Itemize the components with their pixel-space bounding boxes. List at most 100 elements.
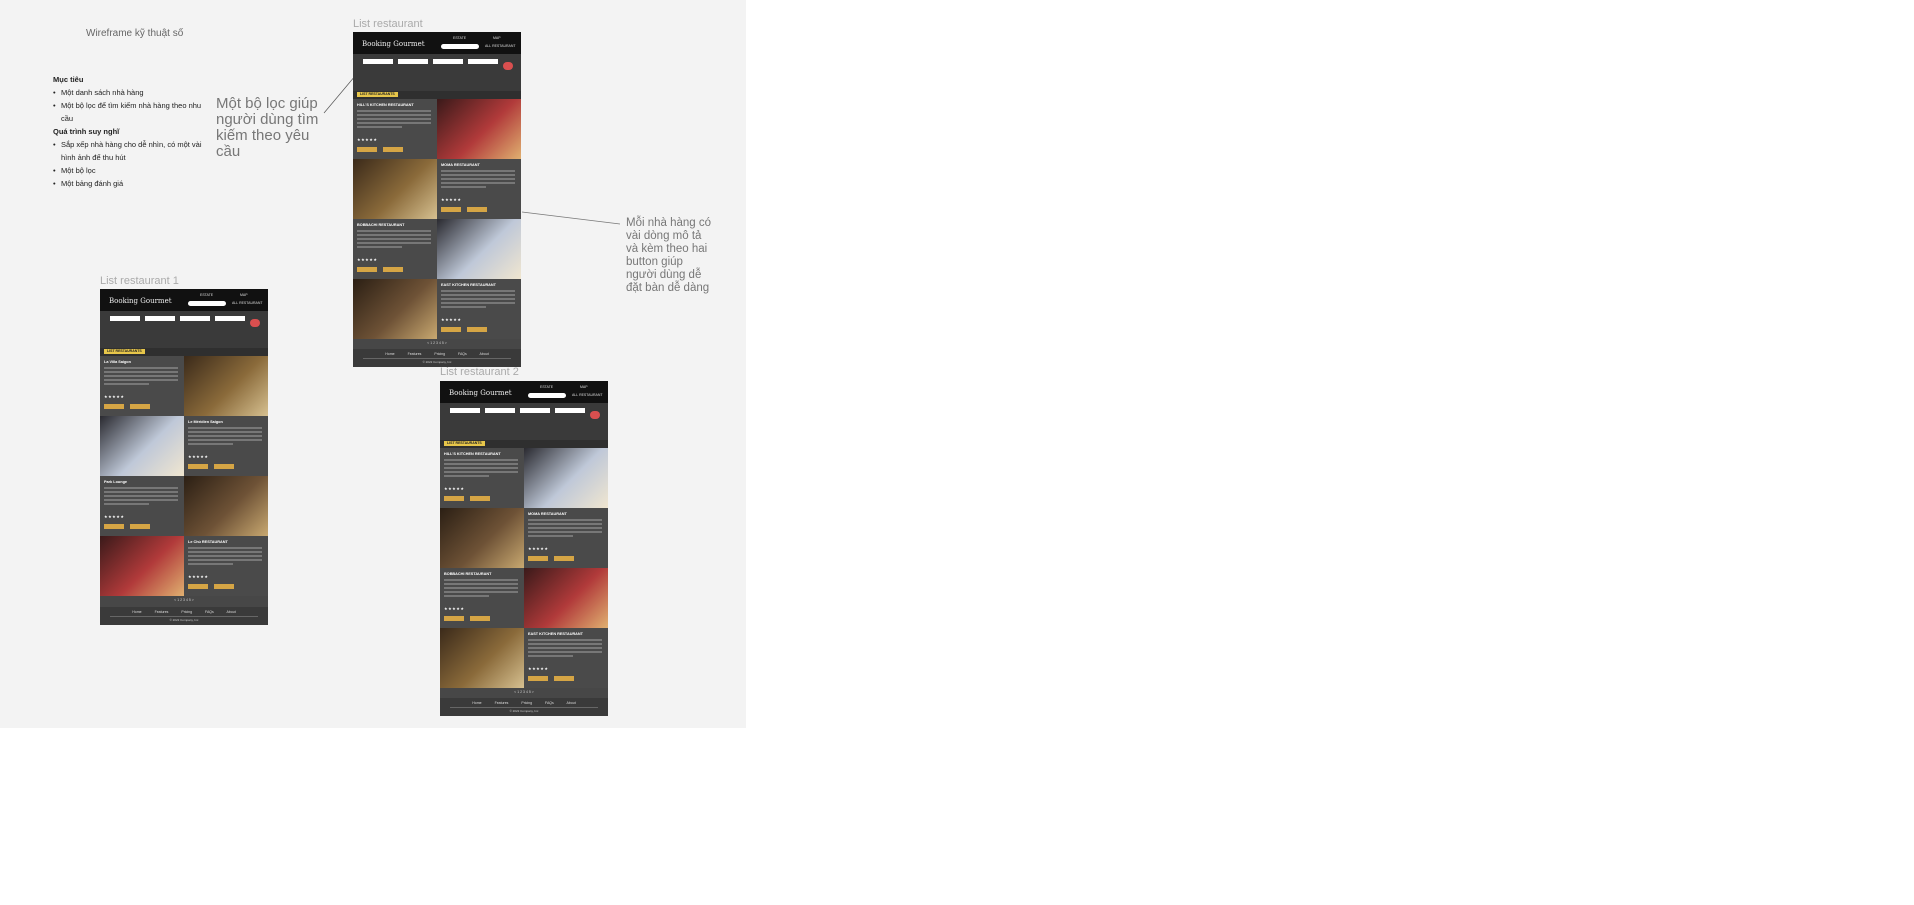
mock-restaurant-row: EAST KITCHEN RESTAURANT ★★★★★ [353, 279, 521, 339]
mock-nav-map[interactable]: MAP [240, 293, 248, 297]
mock-book-button[interactable] [444, 496, 464, 501]
mock-book-button[interactable] [528, 676, 548, 681]
mock-details-button[interactable] [214, 584, 234, 589]
mock-pagination[interactable]: < 1 2 3 4 5 > [100, 598, 268, 606]
mock-restaurant-name[interactable]: HILL'S KITCHEN RESTAURANT [444, 452, 501, 456]
mock-restaurant-name[interactable]: EAST KITCHEN RESTAURANT [441, 283, 496, 287]
mock-details-button[interactable] [470, 496, 490, 501]
mock-restaurant-info: BOBBACHI RESTAURANT ★★★★★ [440, 568, 524, 628]
mock-details-button[interactable] [130, 404, 150, 409]
mock-filter-field[interactable] [555, 408, 585, 413]
mock-details-button[interactable] [554, 556, 574, 561]
mock-pagination[interactable]: < 1 2 3 4 5 > [440, 690, 608, 698]
mock-details-button[interactable] [554, 676, 574, 681]
mock-details-button[interactable] [130, 524, 150, 529]
mock-footer: Home Features Pricing FAQs About © 2022 C… [100, 607, 268, 625]
mock-filter-field[interactable] [363, 59, 393, 64]
mock-book-button[interactable] [104, 404, 124, 409]
mock-description-line [441, 290, 515, 292]
mock-book-button[interactable] [188, 464, 208, 469]
mock-filter-field[interactable] [398, 59, 428, 64]
mock-book-button[interactable] [357, 267, 377, 272]
mock-book-button[interactable] [528, 556, 548, 561]
mock-description-line [188, 555, 262, 557]
mock-filter-field[interactable] [520, 408, 550, 413]
mock-filter-field[interactable] [450, 408, 480, 413]
mock-restaurant-row: HILL'S KITCHEN RESTAURANT ★★★★★ [353, 99, 521, 159]
wireframe-list-restaurant-1[interactable]: Booking Gourmet ESTATE MAP ALL RESTAURANT LI… [100, 289, 268, 625]
mock-section-label: LIST RESTAURANTS [104, 349, 145, 354]
mock-filter-field[interactable] [468, 59, 498, 64]
mock-restaurant-photo [100, 416, 184, 476]
mock-restaurant-name[interactable]: La Villa Saigon [104, 360, 131, 364]
mock-nav-map[interactable]: MAP [580, 385, 588, 389]
mock-rating-stars: ★★★★★ [444, 606, 465, 611]
mock-filter-field[interactable] [485, 408, 515, 413]
mock-search-input[interactable] [188, 301, 226, 306]
mock-restaurant-name[interactable]: BOBBACHI RESTAURANT [357, 223, 404, 227]
mock-restaurant-photo [100, 536, 184, 596]
wireframe-list-restaurant[interactable]: Booking Gourmet ESTATE MAP ALL RESTAURANT LI… [353, 32, 521, 367]
mock-filter-field[interactable] [215, 316, 245, 321]
mock-restaurant-name[interactable]: MOMA RESTAURANT [528, 512, 567, 516]
mock-nav-estate[interactable]: ESTATE [200, 293, 213, 297]
mock-search-input[interactable] [528, 393, 566, 398]
mock-footer-nav[interactable]: Home Features Pricing FAQs About [100, 610, 268, 614]
mock-description-line [357, 114, 431, 116]
mock-description-line [188, 547, 262, 549]
mock-pagination[interactable]: < 1 2 3 4 5 > [353, 341, 521, 349]
mock-filter-field[interactable] [433, 59, 463, 64]
mock-filter-button[interactable] [590, 411, 600, 419]
mock-footer-nav[interactable]: Home Features Pricing FAQs About [353, 352, 521, 356]
mock-book-button[interactable] [441, 207, 461, 212]
mock-description-line [528, 655, 573, 657]
mock-restaurant-name[interactable]: Le Méridien Saigon [188, 420, 223, 424]
mock-restaurant-info: EAST KITCHEN RESTAURANT ★★★★★ [524, 628, 608, 688]
mock-details-button[interactable] [467, 207, 487, 212]
mock-all-restaurant-link[interactable]: ALL RESTAURANT [572, 393, 603, 397]
mock-description-line [357, 126, 402, 128]
mock-brand-logo[interactable]: Booking Gourmet [109, 297, 172, 305]
mock-footer-nav[interactable]: Home Features Pricing FAQs About [440, 701, 608, 705]
mock-restaurant-name[interactable]: Park Lounge [104, 480, 127, 484]
mock-filter-field[interactable] [180, 316, 210, 321]
mock-details-button[interactable] [467, 327, 487, 332]
mock-details-button[interactable] [383, 267, 403, 272]
mock-restaurant-photo [353, 279, 437, 339]
mock-all-restaurant-link[interactable]: ALL RESTAURANT [232, 301, 263, 305]
mock-header: Booking Gourmet ESTATE MAP ALL RESTAURANT [100, 289, 268, 311]
mock-restaurant-info: Park Lounge ★★★★★ [100, 476, 184, 536]
mock-filter-bar [100, 311, 268, 351]
mock-filter-button[interactable] [503, 62, 513, 70]
mock-details-button[interactable] [470, 616, 490, 621]
mock-brand-logo[interactable]: Booking Gourmet [362, 40, 425, 48]
mock-book-button[interactable] [441, 327, 461, 332]
mock-description-line [444, 583, 518, 585]
mock-search-input[interactable] [441, 44, 479, 49]
mock-filter-field[interactable] [110, 316, 140, 321]
mock-restaurant-name[interactable]: Le Chù RESTAURANT [188, 540, 228, 544]
mock-book-button[interactable] [188, 584, 208, 589]
mock-details-button[interactable] [383, 147, 403, 152]
mock-book-button[interactable] [357, 147, 377, 152]
mock-restaurant-name[interactable]: HILL'S KITCHEN RESTAURANT [357, 103, 414, 107]
mock-all-restaurant-link[interactable]: ALL RESTAURANT [485, 44, 516, 48]
wireframe-list-restaurant-2[interactable]: Booking Gourmet ESTATE MAP ALL RESTAURANT LI… [440, 381, 608, 716]
mock-restaurant-name[interactable]: BOBBACHI RESTAURANT [444, 572, 491, 576]
mock-brand-logo[interactable]: Booking Gourmet [449, 389, 512, 397]
mock-nav-estate[interactable]: ESTATE [540, 385, 553, 389]
mock-nav-estate[interactable]: ESTATE [453, 36, 466, 40]
mock-filter-button[interactable] [250, 319, 260, 327]
mock-filter-field[interactable] [145, 316, 175, 321]
mock-restaurant-name[interactable]: MOMA RESTAURANT [441, 163, 480, 167]
mock-book-button[interactable] [104, 524, 124, 529]
mock-book-button[interactable] [444, 616, 464, 621]
mock-description-line [528, 651, 602, 653]
mock-rating-stars: ★★★★★ [104, 514, 125, 519]
mock-details-button[interactable] [214, 464, 234, 469]
mock-description-line [357, 118, 431, 120]
mock-description-line [357, 246, 402, 248]
mock-restaurant-name[interactable]: EAST KITCHEN RESTAURANT [528, 632, 583, 636]
mock-nav-map[interactable]: MAP [493, 36, 501, 40]
mock-description-line [104, 491, 178, 493]
